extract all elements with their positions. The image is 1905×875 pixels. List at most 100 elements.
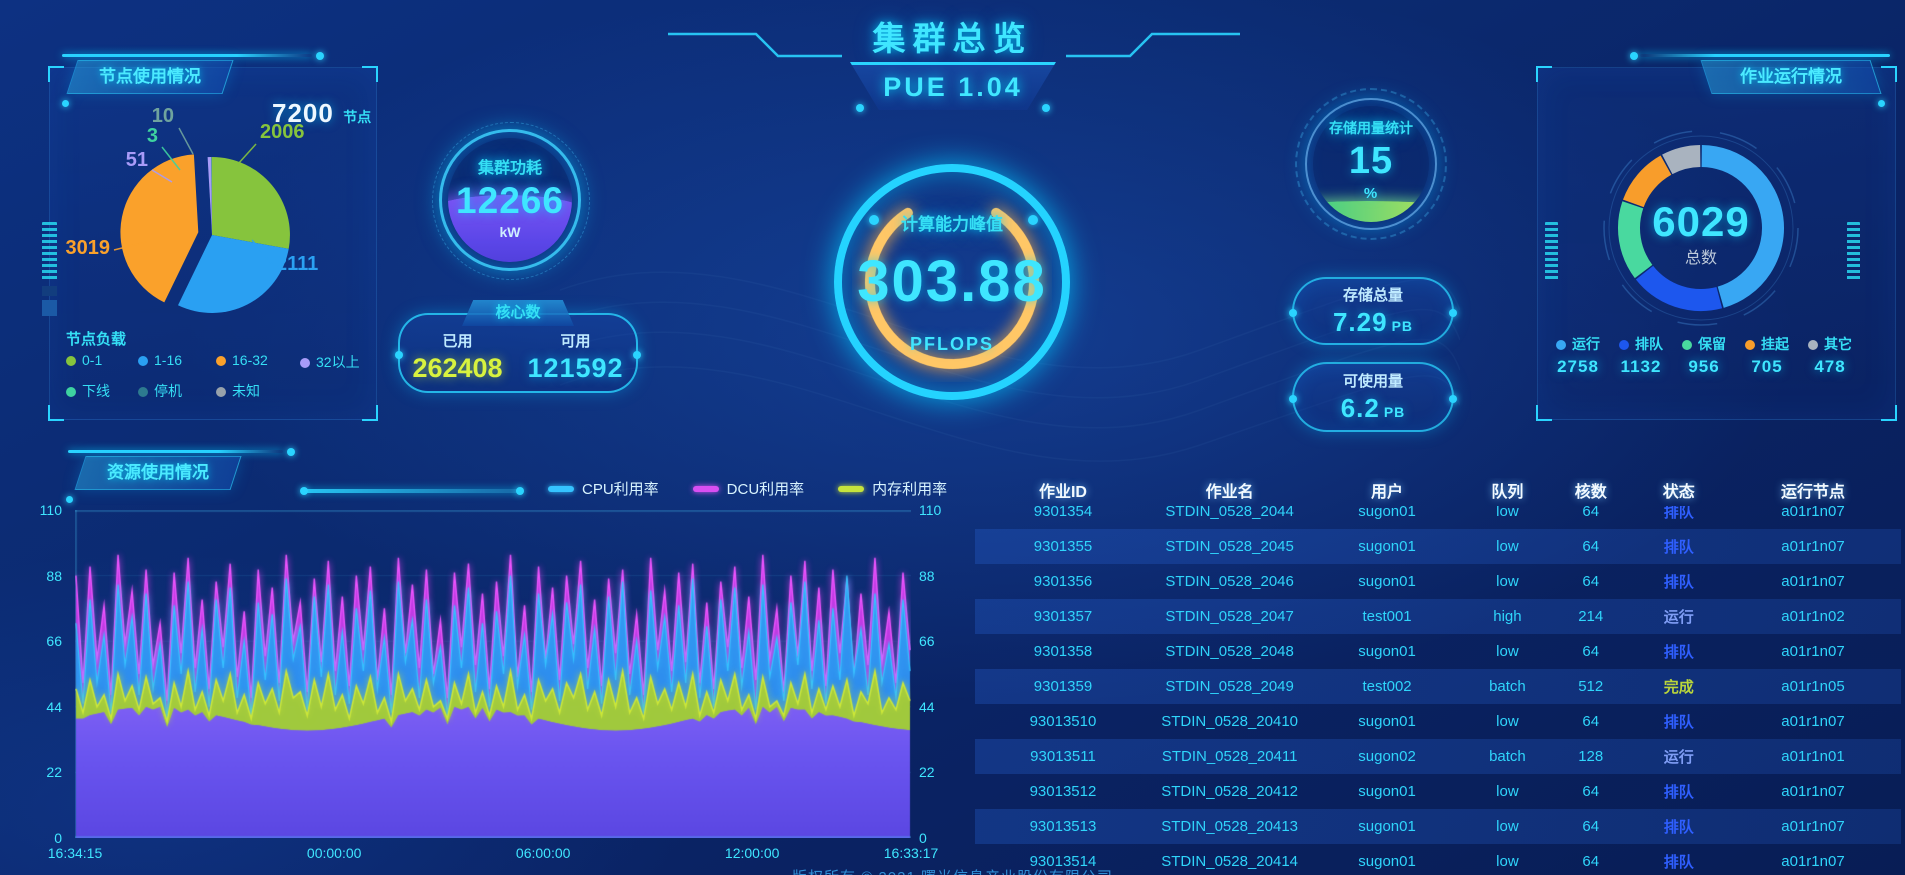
legend-value: 2758 (1556, 357, 1600, 377)
legend-label: 排队 (1619, 334, 1663, 354)
legend-dot (66, 387, 76, 397)
table-cell: STDIN_0528_20411 (1151, 748, 1308, 765)
donut-segment-排队[interactable] (1645, 273, 1720, 300)
resource-legend-item[interactable]: DCU利用率 (693, 478, 805, 499)
table-cell: a01r1n01 (1725, 748, 1901, 765)
donut-segment-其它[interactable] (1667, 156, 1700, 164)
footer: 版权所有 © 2021 曙光信息产业股份有限公司 (0, 866, 1905, 875)
legend-dot (1619, 340, 1629, 350)
tab-line (62, 54, 312, 57)
storage-available-card: 可使用量 6.2PB (1292, 362, 1454, 432)
page-title: 集群总览 (0, 12, 1905, 60)
table-cell: 运行 (1632, 746, 1725, 767)
corner-decoration (1536, 405, 1552, 421)
jobs-legend-item[interactable]: 运行 2758 (1556, 334, 1600, 377)
node-legend-item[interactable]: 停机 (138, 381, 216, 401)
jobs-legend-item[interactable]: 保留956 (1682, 334, 1726, 377)
legend-dot (216, 356, 226, 366)
node-legend-item[interactable]: 未知 (216, 381, 300, 401)
pie-slice-0-1[interactable] (212, 157, 290, 249)
svg-text:3019: 3019 (66, 237, 111, 259)
header-circuit-right-icon (1058, 26, 1248, 62)
tab-line (1640, 54, 1890, 57)
tab-line (68, 450, 283, 453)
resource-legend-item[interactable]: 内存利用率 (838, 478, 947, 499)
pie-slice-16-32[interactable] (120, 154, 198, 302)
table-cell: a01r1n02 (1725, 608, 1901, 625)
jobs-legend-item[interactable]: 其它478 (1808, 334, 1852, 377)
table-cell: STDIN_0528_20413 (1151, 818, 1308, 835)
table-row[interactable]: 9301355STDIN_0528_2045sugon01low64排队a01r… (975, 529, 1901, 564)
table-cell: 64 (1549, 573, 1632, 590)
svg-text:3: 3 (147, 125, 158, 147)
table-cell: low (1466, 818, 1549, 835)
node-legend-item[interactable]: 32以上 (300, 352, 380, 372)
table-row[interactable]: 93013513STDIN_0528_20413sugon01low64排队a0… (975, 809, 1901, 844)
table-row[interactable]: 9301357STDIN_0528_2047test001high214运行a0… (975, 599, 1901, 634)
storage-total-value: 7.29 (1333, 307, 1388, 337)
x-tick-label: 16:33:17 (884, 845, 939, 861)
pie-slice-1-16[interactable] (178, 235, 289, 313)
table-row[interactable]: 93013512STDIN_0528_20412sugon01low64排队a0… (975, 774, 1901, 809)
table-cell: sugon01 (1308, 818, 1465, 835)
resource-title: 资源使用情况 (81, 457, 235, 489)
legend-value: 478 (1808, 357, 1852, 377)
legend-label: 内存利用率 (872, 478, 947, 499)
node-legend-item[interactable]: 0-1 (66, 352, 138, 372)
resource-legend-item[interactable]: CPU利用率 (548, 478, 659, 499)
table-cell: STDIN_0528_2048 (1151, 643, 1308, 660)
table-cell: STDIN_0528_2049 (1151, 678, 1308, 695)
node-legend-item[interactable]: 1-16 (138, 352, 216, 372)
resource-legend: CPU利用率 DCU利用率 内存利用率 (548, 478, 947, 499)
compute-label: 计算能力峰值 (852, 210, 1052, 235)
table-cell: a01r1n07 (1725, 783, 1901, 800)
storage-percent-unit: % (1364, 185, 1378, 202)
table-cell: 9301355 (975, 538, 1151, 555)
table-row[interactable]: 93013511STDIN_0528_20411sugon02batch128运… (975, 739, 1901, 774)
storage-total-unit: PB (1392, 318, 1413, 334)
table-cell: low (1466, 643, 1549, 660)
jobs-legend-item[interactable]: 挂起705 (1745, 334, 1789, 377)
card-dot-right (1449, 395, 1457, 403)
table-header-3: 队列 (1466, 478, 1549, 506)
node-legend-item[interactable]: 16-32 (216, 352, 300, 372)
legend-label: CPU利用率 (582, 478, 659, 499)
legend-label: 运行 (1556, 334, 1600, 354)
cores-available-label: 可用 (527, 330, 623, 351)
table-cell: sugon01 (1308, 538, 1465, 555)
table-cell: 64 (1549, 538, 1632, 555)
legend-dot (300, 358, 310, 368)
block-decoration (42, 286, 57, 296)
table-row[interactable]: 93013510STDIN_0528_20410sugon01low64排队a0… (975, 704, 1901, 739)
table-header-1: 作业名 (1151, 478, 1308, 506)
legend-value: 956 (1682, 357, 1726, 377)
table-row[interactable]: 9301359STDIN_0528_2049test002batch512完成a… (975, 669, 1901, 704)
table-cell: low (1466, 713, 1549, 730)
jobs-legend-item[interactable]: 排队1132 (1619, 334, 1663, 377)
resource-title-tab: 资源使用情况 (74, 456, 241, 490)
y-tick-label: 44 (34, 699, 62, 715)
table-row[interactable]: 9301358STDIN_0528_2048sugon01low64排队a01r… (975, 634, 1901, 669)
table-cell: sugon01 (1308, 573, 1465, 590)
table-cell: 93013513 (975, 818, 1151, 835)
table-cell: STDIN_0528_2044 (1151, 506, 1308, 520)
storage-available-label: 可使用量 (1343, 370, 1403, 391)
table-cell: 排队 (1632, 536, 1725, 557)
table-cell: 排队 (1632, 816, 1725, 837)
table-row[interactable]: 9301356STDIN_0528_2046sugon01low64排队a01r… (975, 564, 1901, 599)
table-row[interactable]: 9301354STDIN_0528_2044sugon01low64排队a01r… (975, 506, 1901, 529)
node-usage-pie-chart[interactable]: 20062111301951310 (60, 90, 370, 340)
y-tick-label: 44 (919, 699, 935, 715)
jobs-title-tab: 作业运行情况 (1700, 60, 1881, 94)
table-cell: STDIN_0528_2046 (1151, 573, 1308, 590)
storage-available-unit: PB (1384, 404, 1405, 420)
y-tick-label: 110 (34, 502, 62, 518)
tab-dot (1878, 100, 1885, 107)
table-cell: 排队 (1632, 571, 1725, 592)
node-legend-item[interactable]: 下线 (66, 381, 138, 401)
y-tick-label: 22 (919, 764, 935, 780)
table-cell: STDIN_0528_2045 (1151, 538, 1308, 555)
resource-usage-chart[interactable] (75, 510, 911, 838)
y-tick-label: 66 (34, 633, 62, 649)
pue-dot-right (1042, 104, 1050, 112)
